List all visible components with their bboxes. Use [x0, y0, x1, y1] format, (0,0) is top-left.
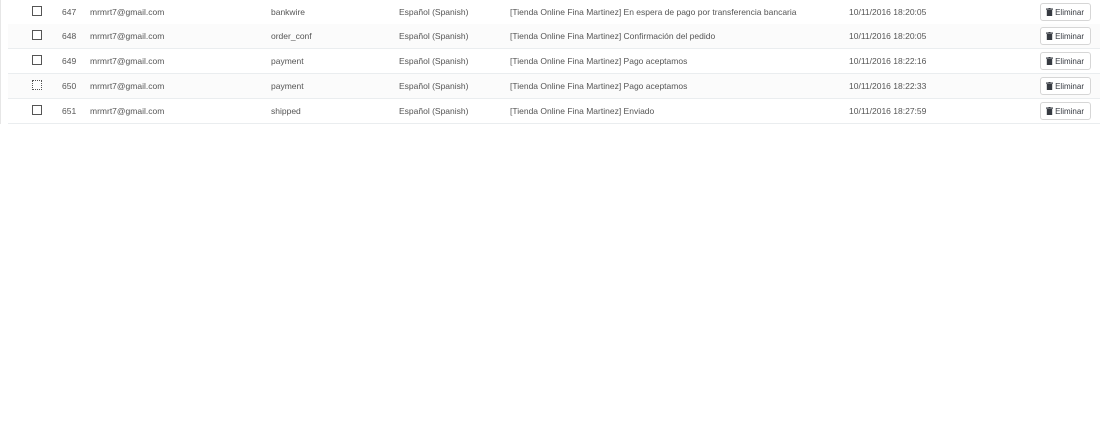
delete-button[interactable]: Eliminar: [1040, 77, 1091, 95]
subject-cell: [Tienda Online Fina Martinez] Pago acept…: [510, 81, 688, 91]
delete-label: Eliminar: [1055, 81, 1084, 91]
language-cell: Español (Spanish): [399, 81, 469, 91]
language-cell: Español (Spanish): [399, 31, 469, 41]
subject-cell: [Tienda Online Fina Martinez] Enviado: [510, 106, 655, 116]
template-cell: shipped: [271, 106, 301, 116]
recipient-cell: mrmrt7@gmail.com: [90, 31, 165, 41]
delete-label: Eliminar: [1055, 7, 1084, 17]
id-cell: 648: [62, 31, 77, 41]
id-cell: 647: [62, 7, 77, 17]
table-row: 650 mrmrt7@gmail.com payment Español (Sp…: [8, 74, 1100, 99]
table-row: 648 mrmrt7@gmail.com order_conf Español …: [8, 24, 1100, 49]
id-cell: 649: [62, 56, 77, 66]
language-cell: Español (Spanish): [399, 106, 469, 116]
row-checkbox[interactable]: [32, 80, 42, 90]
trash-icon: [1046, 8, 1054, 16]
recipient-cell: mrmrt7@gmail.com: [90, 106, 165, 116]
subject-cell: [Tienda Online Fina Martinez] En espera …: [510, 7, 797, 17]
trash-icon: [1046, 107, 1054, 115]
trash-icon: [1046, 32, 1054, 40]
id-cell: 651: [62, 106, 77, 116]
date-cell: 10/11/2016 18:27:59: [849, 106, 927, 116]
trash-icon: [1046, 57, 1054, 65]
delete-button[interactable]: Eliminar: [1040, 102, 1091, 120]
delete-label: Eliminar: [1055, 31, 1084, 41]
template-cell: payment: [271, 81, 304, 91]
id-cell: 650: [62, 81, 77, 91]
date-cell: 10/11/2016 18:20:05: [849, 7, 927, 17]
delete-label: Eliminar: [1055, 56, 1084, 66]
subject-cell: [Tienda Online Fina Martinez] Confirmaci…: [510, 31, 716, 41]
delete-button[interactable]: Eliminar: [1040, 27, 1091, 45]
table-row: 647 mrmrt7@gmail.com bankwire Español (S…: [8, 0, 1100, 25]
delete-button[interactable]: Eliminar: [1040, 3, 1091, 21]
date-cell: 10/11/2016 18:20:05: [849, 31, 927, 41]
delete-label: Eliminar: [1055, 106, 1084, 116]
email-log-table: 647 mrmrt7@gmail.com bankwire Español (S…: [0, 0, 1100, 124]
template-cell: payment: [271, 56, 304, 66]
row-checkbox[interactable]: [32, 55, 42, 65]
row-checkbox[interactable]: [32, 30, 42, 40]
delete-button[interactable]: Eliminar: [1040, 52, 1091, 70]
date-cell: 10/11/2016 18:22:33: [849, 81, 927, 91]
date-cell: 10/11/2016 18:22:16: [849, 56, 927, 66]
recipient-cell: mrmrt7@gmail.com: [90, 7, 165, 17]
language-cell: Español (Spanish): [399, 56, 469, 66]
table-row: 649 mrmrt7@gmail.com payment Español (Sp…: [8, 49, 1100, 74]
table-row: 651 mrmrt7@gmail.com shipped Español (Sp…: [8, 99, 1100, 124]
row-checkbox[interactable]: [32, 105, 42, 115]
recipient-cell: mrmrt7@gmail.com: [90, 56, 165, 66]
row-checkbox[interactable]: [32, 6, 42, 16]
trash-icon: [1046, 82, 1054, 90]
recipient-cell: mrmrt7@gmail.com: [90, 81, 165, 91]
subject-cell: [Tienda Online Fina Martinez] Pago acept…: [510, 56, 688, 66]
language-cell: Español (Spanish): [399, 7, 469, 17]
template-cell: order_conf: [271, 31, 312, 41]
template-cell: bankwire: [271, 7, 306, 17]
